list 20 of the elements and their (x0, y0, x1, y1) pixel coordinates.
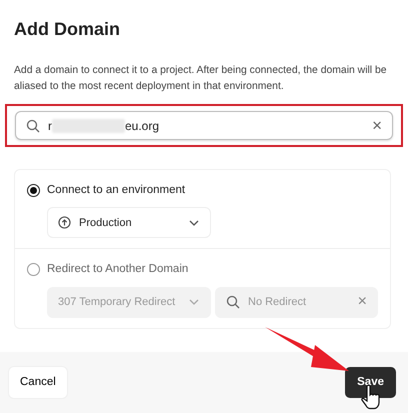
hand-cursor-icon (361, 384, 382, 410)
select-value: 307 Temporary Redirect (58, 294, 176, 310)
description-text: Add a domain to connect it to a project. After being connected, the domain will be aliased to the most recent deployment in that environment. (14, 64, 388, 94)
field-value: eu.org (125, 118, 160, 134)
placeholder-text: No Redirect (248, 294, 308, 310)
clear-button[interactable]: × (372, 117, 382, 134)
field-value: r (48, 118, 52, 134)
domain-field[interactable]: r eu.org × (15, 111, 393, 140)
save-button[interactable]: Save (345, 366, 396, 398)
option-label: Redirect to Another Domain (47, 262, 188, 278)
option-label: Connect to an environment (47, 183, 186, 198)
search-icon (26, 118, 40, 132)
select-value: Production (79, 216, 133, 230)
search-icon (226, 295, 240, 309)
cancel-button[interactable]: Cancel (8, 366, 68, 400)
dialog-title: Add Domain (14, 18, 121, 41)
environment-select[interactable]: Production (47, 207, 211, 238)
arrow-up-circle-icon (58, 216, 71, 230)
radio-button[interactable] (27, 263, 40, 276)
radio-button[interactable] (27, 184, 40, 198)
